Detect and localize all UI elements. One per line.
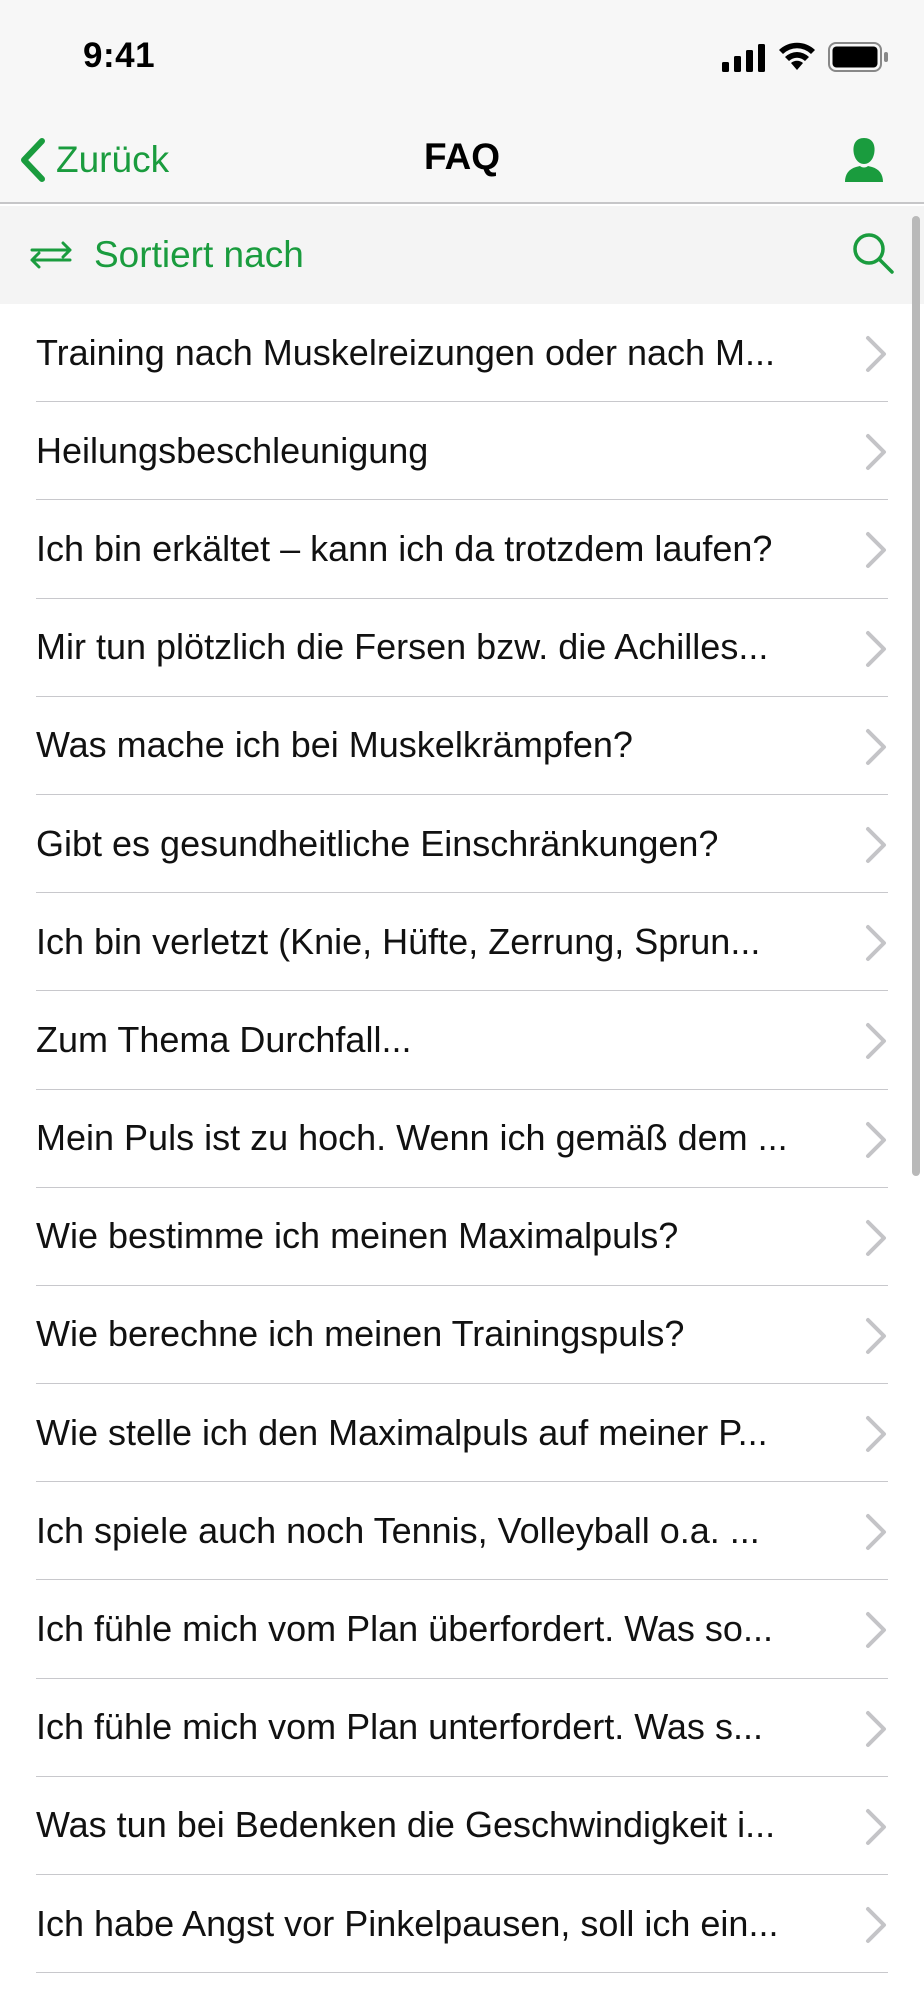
faq-list-item[interactable]: Heilungsbeschleunigung (36, 402, 888, 501)
faq-question: Ich habe Angst vor Pinkelpausen, soll ic… (36, 1902, 779, 1944)
profile-button[interactable] (840, 136, 888, 184)
search-icon (853, 233, 894, 274)
faq-question: Wie berechne ich meinen Trainingspuls? (36, 1313, 685, 1355)
chevron-right-icon (866, 1808, 886, 1845)
faq-question: Training nach Muskelreizungen oder nach … (36, 331, 776, 373)
chevron-right-icon (866, 1219, 886, 1256)
chevron-right-icon (866, 1612, 886, 1649)
sort-button[interactable]: Sortiert nach (26, 228, 304, 282)
chevron-right-icon (866, 1416, 886, 1453)
sort-label: Sortiert nach (94, 234, 304, 275)
faq-list-item[interactable]: Wie stelle ich den Maximalpuls auf meine… (36, 1384, 888, 1483)
chevron-right-icon (866, 1514, 886, 1551)
faq-list-item[interactable]: Wie bestimme ich meinen Maximalpuls? (36, 1188, 888, 1286)
faq-list-item[interactable]: Ich spiele auch noch Tennis, Volleyball … (36, 1482, 888, 1581)
status-icons (0, 0, 924, 116)
faq-list-item[interactable]: Gibt es gesundheitliche Einschränkungen? (36, 795, 888, 894)
faq-list-item[interactable]: Mir tun plötzlich die Fersen bzw. die Ac… (36, 599, 888, 697)
faq-list-item[interactable]: Was mache ich bei Muskelkrämpfen? (36, 697, 888, 795)
swap-arrows-icon (30, 241, 72, 269)
navigation-bar: Zurück FAQ (0, 116, 924, 204)
chevron-right-icon (866, 1121, 886, 1158)
page-title: FAQ (423, 136, 501, 177)
chevron-right-icon (866, 434, 886, 471)
chevron-right-icon (866, 826, 886, 863)
faq-list-item[interactable]: Ich fühle mich vom Plan überfordert. Was… (36, 1580, 888, 1679)
chevron-right-icon (866, 728, 886, 765)
faq-question: Ich bin verletzt (Knie, Hüfte, Zerrung, … (36, 920, 761, 962)
faq-screen: 9:41 Zurück FAQ Sortiert nach Training n… (0, 0, 924, 2000)
faq-question: Gibt es gesundheitliche Einschränkungen? (36, 822, 719, 864)
faq-list-item[interactable]: Ich bin verletzt (Knie, Hüfte, Zerrung, … (36, 893, 888, 992)
user-icon (845, 138, 883, 182)
signal-icon (722, 44, 765, 72)
faq-question: Ich fühle mich vom Plan unterfordert. Wa… (36, 1706, 763, 1748)
faq-question: Mir tun plötzlich die Fersen bzw. die Ac… (36, 626, 769, 668)
chevron-right-icon (866, 336, 886, 372)
faq-list-item[interactable]: Training nach Muskelreizungen oder nach … (36, 304, 888, 403)
faq-question: Ich fühle mich vom Plan überfordert. Was… (36, 1608, 773, 1650)
faq-list-item[interactable]: Zum Thema Durchfall... (36, 991, 888, 1090)
wifi-icon (779, 42, 815, 70)
faq-question: Zum Thema Durchfall... (36, 1018, 412, 1060)
faq-list-item[interactable]: Ich fühle mich vom Plan unterfordert. Wa… (36, 1679, 888, 1777)
chevron-right-icon (866, 532, 886, 569)
chevron-right-icon (866, 1023, 886, 1060)
faq-question: Ich spiele auch noch Tennis, Volleyball … (36, 1509, 760, 1551)
faq-question: Was mache ich bei Muskelkrämpfen? (36, 724, 633, 766)
faq-question: Ich bin erkältet – kann ich da trotzdem … (36, 527, 773, 569)
search-button[interactable] (850, 230, 896, 276)
battery-icon (828, 42, 888, 72)
faq-question: Wie bestimme ich meinen Maximalpuls? (36, 1215, 679, 1257)
faq-list-item[interactable]: Was tun bei Bedenken die Geschwindigkeit… (36, 1777, 888, 1875)
chevron-right-icon (866, 630, 886, 667)
faq-question: Mein Puls ist zu hoch. Wenn ich gemäß de… (36, 1117, 788, 1159)
faq-list-item[interactable]: Ich habe Angst vor Pinkelpausen, soll ic… (36, 1875, 888, 1974)
chevron-right-icon (866, 1710, 886, 1747)
faq-list-item[interactable]: Ich bin erkältet – kann ich da trotzdem … (36, 500, 888, 599)
faq-list: Training nach Muskelreizungen oder nach … (0, 304, 924, 2000)
chevron-right-icon (866, 1907, 886, 1943)
status-bar: 9:41 (0, 0, 924, 116)
faq-list-item[interactable]: Mein Puls ist zu hoch. Wenn ich gemäß de… (36, 1090, 888, 1188)
sort-bar: Sortiert nach (0, 206, 924, 304)
faq-question: Wie stelle ich den Maximalpuls auf meine… (36, 1411, 768, 1453)
chevron-right-icon (866, 1317, 886, 1354)
faq-list-item[interactable]: Wie berechne ich meinen Trainingspuls? (36, 1286, 888, 1385)
scroll-indicator[interactable] (912, 216, 920, 1176)
faq-question: Heilungsbeschleunigung (36, 429, 429, 471)
faq-question: Was tun bei Bedenken die Geschwindigkeit… (36, 1804, 776, 1846)
chevron-right-icon (866, 925, 886, 962)
